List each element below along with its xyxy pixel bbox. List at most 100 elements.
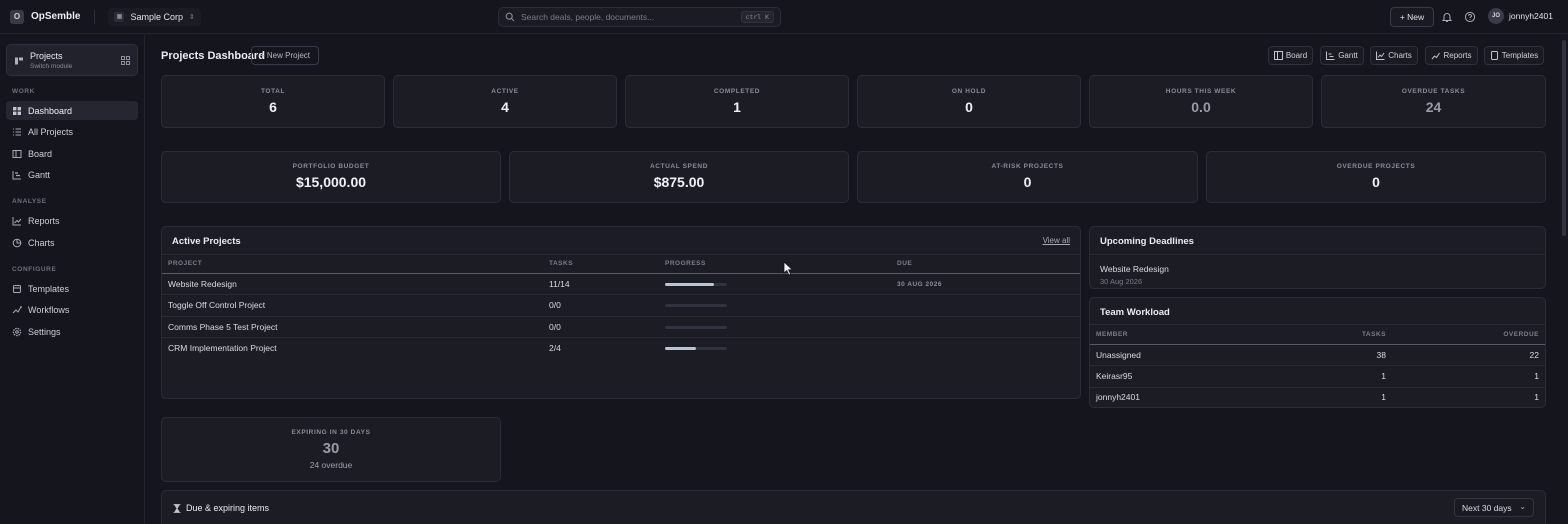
sidebar-item-all-projects[interactable]: All Projects — [6, 122, 138, 141]
reports-icon — [12, 216, 22, 225]
stat-label: ACTIVE — [491, 88, 519, 95]
progress-fill — [665, 347, 696, 350]
sidebar-item-label: Board — [28, 148, 53, 159]
sidebar-item-templates[interactable]: Templates — [6, 279, 138, 298]
range-select[interactable]: Next 30 days ⌄ — [1454, 498, 1534, 517]
sidebar-item-charts[interactable]: Charts — [6, 233, 138, 252]
view-label: Reports — [1443, 51, 1472, 60]
active-projects-panel: Active Projects View all PROJECT TASKS P… — [161, 226, 1081, 399]
divider — [162, 254, 1080, 255]
stat-card-hours-this-week: HOURS THIS WEEK 0.0 — [1089, 75, 1313, 128]
panel-title: Active Projects — [172, 236, 241, 247]
sidebar-item-gantt[interactable]: Gantt — [6, 165, 138, 184]
stat-value: $15,000.00 — [295, 174, 367, 190]
member-name: Keirasr95 — [1096, 371, 1133, 381]
divider — [162, 316, 1080, 317]
module-switcher[interactable]: Projects Switch module — [6, 44, 138, 76]
project-due: 30 AUG 2026 — [897, 281, 943, 288]
section-analyse: ANALYSE — [12, 198, 47, 205]
divider — [94, 9, 96, 24]
view-reports-button[interactable]: Reports — [1425, 46, 1478, 65]
divider — [1090, 324, 1545, 325]
view-label: Gantt — [1338, 51, 1358, 60]
stat-value: 0 — [965, 99, 973, 115]
column-header: TASKS — [1361, 331, 1386, 338]
new-button[interactable]: + New — [1390, 7, 1434, 27]
view-board-button[interactable]: Board — [1268, 46, 1313, 65]
section-work: WORK — [12, 88, 35, 95]
divider — [162, 337, 1080, 338]
bell-icon[interactable] — [1441, 11, 1453, 23]
sidebar-item-label: All Projects — [28, 126, 74, 137]
sidebar-item-workflows[interactable]: Workflows — [6, 300, 138, 319]
search-shortcut: ctrl K — [740, 11, 774, 23]
column-header: PROGRESS — [665, 260, 706, 267]
brand-name: OpSemble — [31, 11, 81, 22]
view-charts-button[interactable]: Charts — [1370, 46, 1418, 65]
expiring-card: EXPIRING IN 30 DAYS 30 24 overdue — [161, 417, 501, 482]
brand[interactable]: O OpSemble — [10, 9, 81, 24]
stat-card-completed: COMPLETED 1 — [625, 75, 849, 128]
chevron-updown-icon: ⇕ — [189, 13, 195, 21]
stat-label: OVERDUE PROJECTS — [1336, 163, 1416, 170]
due-expiring-panel: Due & expiring items Next 30 days ⌄ — [161, 490, 1546, 524]
divider — [1090, 344, 1545, 345]
view-label: Board — [1285, 51, 1308, 60]
project-tasks: 11/14 — [549, 279, 570, 289]
hourglass-icon — [173, 504, 181, 513]
member-tasks: 1 — [1381, 371, 1386, 381]
list-icon — [13, 128, 21, 135]
view-label: Templates — [1501, 51, 1539, 60]
divider — [162, 273, 1080, 274]
sidebar-item-reports[interactable]: Reports — [6, 211, 138, 230]
column-header: TASKS — [549, 260, 574, 267]
member-overdue: 22 — [1529, 350, 1539, 360]
charts-icon — [12, 238, 22, 247]
view-label: Charts — [1388, 51, 1412, 60]
expiring-overdue: 24 overdue — [309, 460, 353, 470]
stat-label: HOURS THIS WEEK — [1165, 88, 1237, 95]
deadline-name[interactable]: Website Redesign — [1100, 264, 1169, 274]
project-name: Toggle Off Control Project — [168, 300, 266, 310]
scrollbar-thumb[interactable] — [1562, 40, 1566, 236]
view-all-link[interactable]: View all — [1043, 236, 1070, 245]
view-gantt-button[interactable]: Gantt — [1320, 46, 1364, 65]
help-icon[interactable] — [1464, 11, 1476, 23]
board-icon — [12, 149, 22, 158]
stat-value: 1 — [733, 99, 741, 115]
stat-label: AT-RISK PROJECTS — [991, 163, 1064, 170]
stat-value: 0.0 — [1191, 99, 1211, 115]
board-icon — [1273, 51, 1283, 60]
progress-bar — [665, 304, 727, 307]
column-header: OVERDUE — [1503, 331, 1539, 338]
sidebar-item-dashboard[interactable]: Dashboard — [6, 101, 138, 120]
sidebar-item-settings[interactable]: Settings — [6, 322, 138, 341]
stat-value: 4 — [501, 99, 509, 115]
sidebar-item-label: Settings — [28, 326, 61, 337]
new-project-button[interactable]: + New Project — [251, 46, 319, 65]
user-menu[interactable]: JO jonnyh2401 — [1488, 8, 1553, 24]
upcoming-deadlines-panel: Upcoming Deadlines Website Redesign 30 A… — [1089, 226, 1546, 289]
stat-value: 24 — [1425, 99, 1442, 115]
workflows-icon — [12, 305, 22, 313]
stat-value: 0 — [1372, 174, 1380, 190]
brand-logo: O — [10, 9, 24, 24]
range-value: Next 30 days — [1462, 502, 1512, 513]
module-subtitle: Switch module — [30, 63, 73, 70]
view-templates-button[interactable]: Templates — [1484, 46, 1544, 65]
projects-icon — [15, 57, 23, 65]
sidebar-item-board[interactable]: Board — [6, 144, 138, 163]
org-name: Sample Corp — [130, 11, 183, 22]
sidebar: Projects Switch module WORK Dashboard Al… — [0, 35, 145, 524]
user-name: jonnyh2401 — [1509, 11, 1553, 21]
chevron-down-icon: ⌄ — [1519, 502, 1526, 511]
stat-label: TOTAL — [260, 88, 286, 95]
finance-card-at-risk-projects: AT-RISK PROJECTS 0 — [857, 151, 1198, 203]
member-tasks: 38 — [1376, 350, 1386, 360]
panel-title: Upcoming Deadlines — [1100, 236, 1194, 247]
org-icon: ▦ — [114, 11, 125, 22]
global-search[interactable]: Search deals, people, documents... ctrl … — [498, 7, 781, 27]
org-switcher[interactable]: ▦ Sample Corp ⇕ — [108, 7, 201, 26]
sidebar-item-label: Workflows — [28, 304, 70, 315]
avatar: JO — [1488, 8, 1504, 24]
